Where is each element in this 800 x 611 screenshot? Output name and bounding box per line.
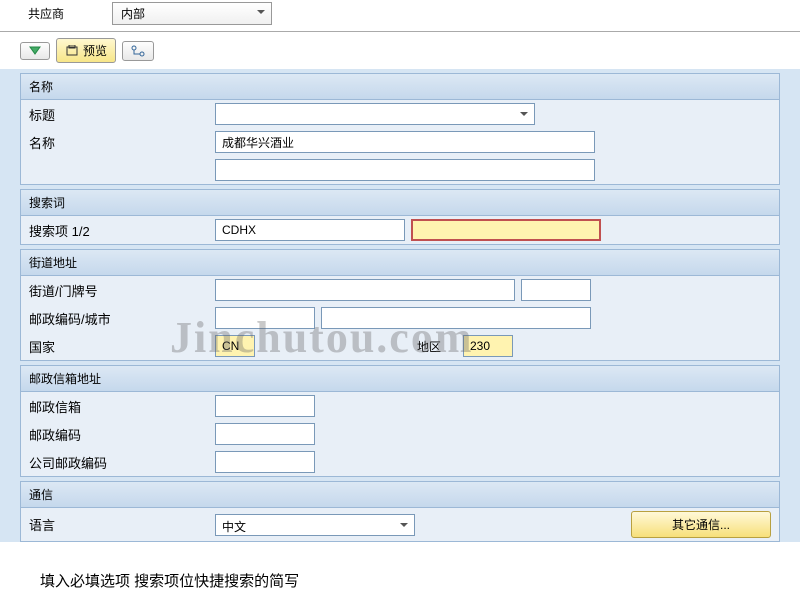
country-input[interactable]	[215, 335, 255, 357]
app-window: 共应商 内部 预览 名称 标题 名称 搜索词 搜索项 1/2	[0, 0, 800, 542]
search-input-1[interactable]	[215, 219, 405, 241]
expand-button[interactable]	[20, 42, 50, 60]
search-label: 搜索项 1/2	[29, 221, 209, 240]
preview-label: 预览	[83, 42, 107, 59]
street-label: 街道/门牌号	[29, 281, 209, 300]
street-section-header: 街道地址	[21, 250, 779, 276]
pobox-postal-label: 邮政编码	[29, 425, 209, 444]
pobox-section: 邮政信箱地址 邮政信箱 邮政编码 公司邮政编码	[20, 365, 780, 477]
city-input[interactable]	[321, 307, 591, 329]
other-comm-button[interactable]: 其它通信...	[631, 511, 771, 538]
street-input[interactable]	[215, 279, 515, 301]
region-input[interactable]	[463, 335, 513, 357]
vendor-label: 共应商	[20, 3, 72, 24]
top-bar: 共应商 内部	[0, 0, 800, 32]
search-section-header: 搜索词	[21, 190, 779, 216]
print-icon	[65, 45, 79, 57]
pobox-section-header: 邮政信箱地址	[21, 366, 779, 392]
name-label: 名称	[29, 133, 209, 152]
region-label: 地区	[417, 338, 457, 355]
postal-input[interactable]	[215, 307, 315, 329]
company-postal-label: 公司邮政编码	[29, 453, 209, 472]
postal-city-label: 邮政编码/城市	[29, 309, 209, 328]
pobox-label: 邮政信箱	[29, 397, 209, 416]
dept-dropdown[interactable]: 内部	[112, 2, 272, 25]
street-section: 街道地址 街道/门牌号 邮政编码/城市 国家 地区	[20, 249, 780, 361]
search-input-2[interactable]	[411, 219, 601, 241]
title-label: 标题	[29, 105, 209, 124]
search-section: 搜索词 搜索项 1/2	[20, 189, 780, 245]
title-dropdown[interactable]	[215, 103, 535, 125]
company-postal-input[interactable]	[215, 451, 315, 473]
lang-label: 语言	[29, 515, 209, 534]
lang-dropdown[interactable]: 中文	[215, 514, 415, 536]
name-input-2[interactable]	[215, 159, 595, 181]
pobox-input[interactable]	[215, 395, 315, 417]
lang-value: 中文	[222, 520, 246, 534]
preview-button[interactable]: 预览	[56, 38, 116, 63]
toolbar: 预览	[0, 32, 800, 69]
name-section: 名称 标题 名称	[20, 73, 780, 185]
comm-section-header: 通信	[21, 482, 779, 508]
footer-caption: 填入必填选项 搜索项位快捷搜索的简写	[0, 550, 800, 611]
name-input[interactable]	[215, 131, 595, 153]
comm-section: 通信 语言 中文 其它通信...	[20, 481, 780, 542]
country-label: 国家	[29, 337, 209, 356]
dept-value: 内部	[121, 7, 145, 21]
name-section-header: 名称	[21, 74, 779, 100]
house-input[interactable]	[521, 279, 591, 301]
pobox-postal-input[interactable]	[215, 423, 315, 445]
hierarchy-button[interactable]	[122, 41, 154, 61]
